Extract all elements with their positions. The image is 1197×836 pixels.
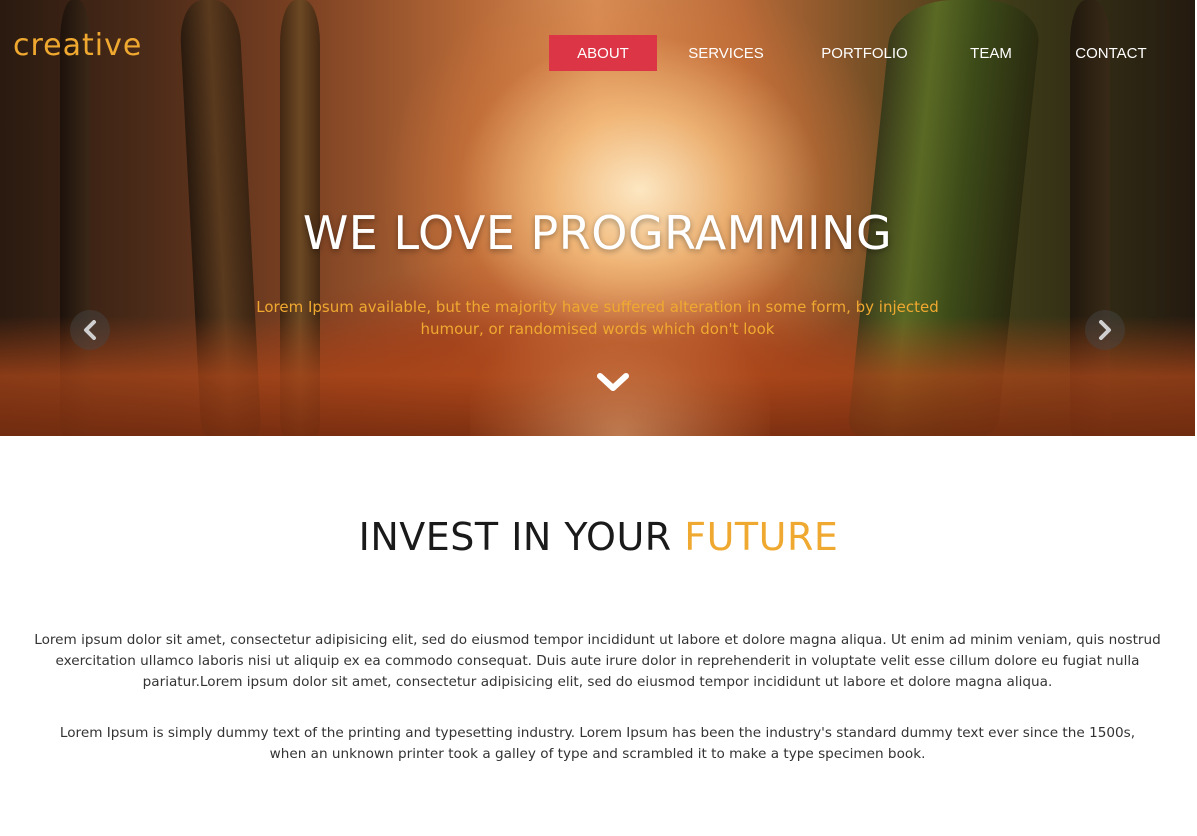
- carousel-next-button[interactable]: [1085, 310, 1125, 350]
- hero-title: WE LOVE PROGRAMMING: [302, 206, 893, 260]
- section-title-accent: FUTURE: [684, 515, 839, 559]
- nav-item-contact[interactable]: CONTACT: [1048, 35, 1174, 71]
- nav-item-portfolio[interactable]: PORTFOLIO: [795, 35, 934, 71]
- logo[interactable]: creative: [13, 28, 142, 63]
- hero-subtitle: Lorem Ipsum available, but the majority …: [256, 298, 939, 338]
- hero-banner: creative ABOUT SERVICES PORTFOLIO TEAM C…: [0, 0, 1195, 436]
- chevron-down-icon[interactable]: [596, 370, 630, 394]
- nav-item-about[interactable]: ABOUT: [549, 35, 657, 71]
- chevron-right-icon: [1099, 320, 1111, 340]
- about-paragraph: Lorem Ipsum is simply dummy text of the …: [59, 725, 1136, 762]
- chevron-left-icon: [84, 320, 96, 340]
- section-title: INVEST IN YOUR FUTURE: [0, 515, 1197, 559]
- main-nav: ABOUT SERVICES PORTFOLIO TEAM CONTACT: [549, 35, 1174, 71]
- about-paragraph: Lorem ipsum dolor sit amet, consectetur …: [34, 632, 1161, 690]
- carousel-prev-button[interactable]: [70, 310, 110, 350]
- nav-item-team[interactable]: TEAM: [934, 35, 1048, 71]
- section-title-main: INVEST IN YOUR: [358, 515, 685, 559]
- nav-item-services[interactable]: SERVICES: [657, 35, 795, 71]
